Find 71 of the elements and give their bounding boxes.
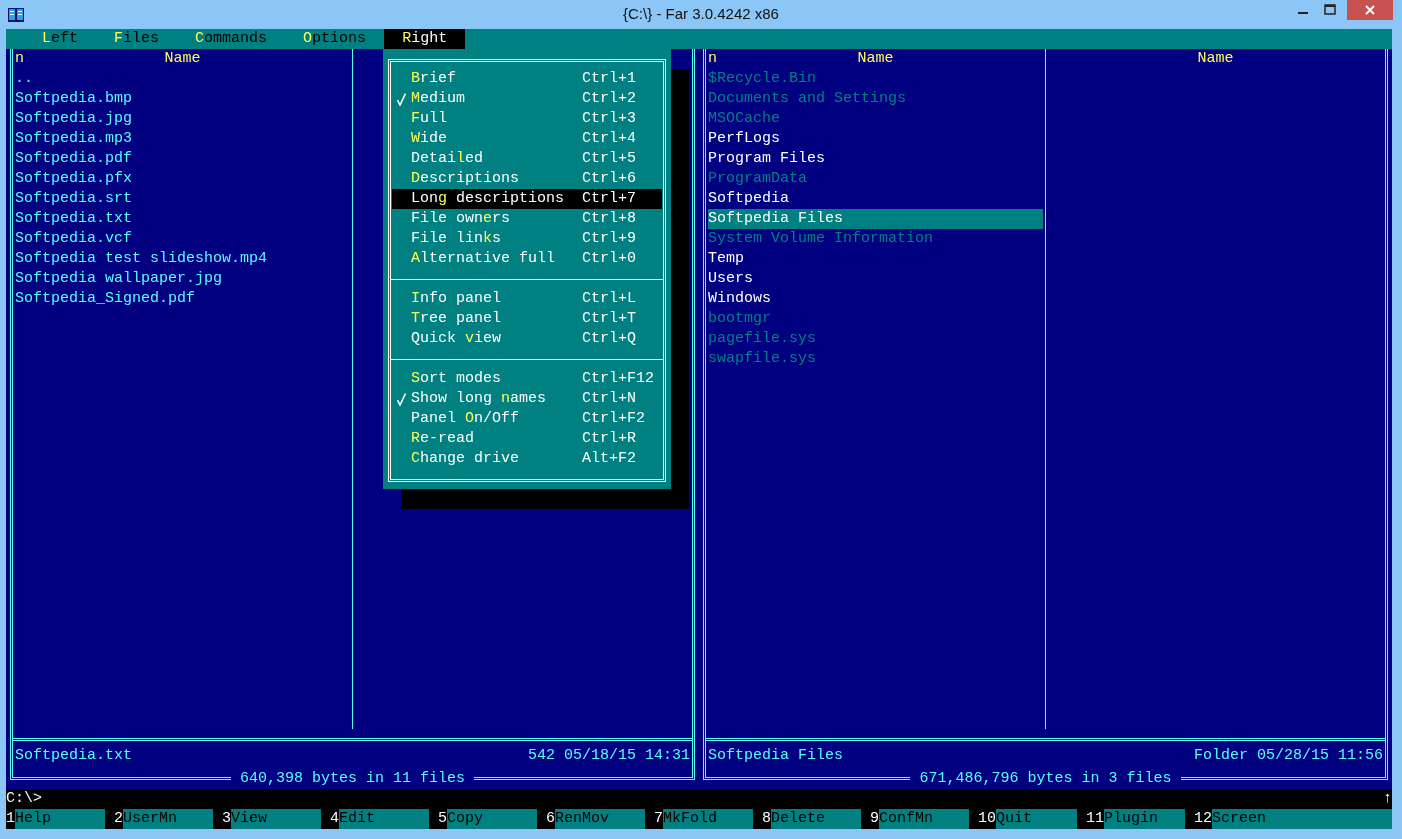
menu-item[interactable]: Descriptions Ctrl+6: [392, 169, 662, 189]
file-item[interactable]: Softpedia.vcf: [15, 229, 350, 249]
column-header[interactable]: Name: [857, 49, 894, 69]
window-title: {C:\} - Far 3.0.4242 x86: [623, 4, 779, 24]
status-filename: Softpedia.txt: [15, 746, 133, 766]
menu-item[interactable]: Long descriptions Ctrl+7: [392, 189, 662, 209]
file-item[interactable]: Softpedia: [708, 189, 1043, 209]
menu-item[interactable]: Brief Ctrl+1: [392, 69, 662, 89]
menu-item[interactable]: Show long names Ctrl+N: [392, 389, 662, 409]
file-item[interactable]: Softpedia.bmp: [15, 89, 350, 109]
function-key-button[interactable]: 1Help: [6, 809, 105, 829]
menu-item[interactable]: Files: [96, 29, 178, 49]
status-filename: Softpedia Files: [708, 746, 844, 766]
status-info: 542 05/18/15 14:31: [527, 746, 690, 766]
file-item[interactable]: Softpedia.txt: [15, 209, 350, 229]
file-item[interactable]: Softpedia.pdf: [15, 149, 350, 169]
file-item[interactable]: Softpedia.pfx: [15, 169, 350, 189]
menu-item[interactable]: File owners Ctrl+8: [392, 209, 662, 229]
function-key-button[interactable]: 6RenMov: [546, 809, 645, 829]
scroll-indicator: ↑: [1383, 789, 1392, 809]
function-key-button[interactable]: 10Quit: [978, 809, 1077, 829]
menu-item[interactable]: Tree panel Ctrl+T: [392, 309, 662, 329]
file-item[interactable]: Softpedia test slideshow.mp4: [15, 249, 350, 269]
menu-item[interactable]: Panel On/Off Ctrl+F2: [392, 409, 662, 429]
maximize-icon: [1323, 4, 1336, 16]
menu-item[interactable]: Full Ctrl+3: [392, 109, 662, 129]
file-item[interactable]: Softpedia.mp3: [15, 129, 350, 149]
file-item[interactable]: Softpedia wallpaper.jpg: [15, 269, 350, 289]
menu-item[interactable]: Re-read Ctrl+R: [392, 429, 662, 449]
menu-item[interactable]: Left: [24, 29, 97, 49]
column-header[interactable]: Name: [1197, 49, 1234, 69]
function-key-button[interactable]: 7MkFold: [654, 809, 753, 829]
file-item[interactable]: ..: [15, 69, 350, 89]
menu-item[interactable]: Wide Ctrl+4: [392, 129, 662, 149]
column-header[interactable]: Name: [164, 49, 201, 69]
file-item[interactable]: Softpedia Files: [708, 209, 1043, 229]
file-item[interactable]: Softpedia.srt: [15, 189, 350, 209]
function-key-button[interactable]: 8Delete: [762, 809, 861, 829]
file-item[interactable]: Users: [708, 269, 1043, 289]
menu-item[interactable]: Alternative full Ctrl+0: [392, 249, 662, 269]
function-key-button[interactable]: 5Copy: [438, 809, 537, 829]
menu-item[interactable]: File links Ctrl+9: [392, 229, 662, 249]
file-item[interactable]: Program Files: [708, 149, 1043, 169]
sort-indicator: n: [15, 50, 24, 67]
file-item[interactable]: Windows: [708, 289, 1043, 309]
menu-item[interactable]: Quick view Ctrl+Q: [392, 329, 662, 349]
menu-item[interactable]: Right: [384, 29, 466, 49]
menu-item[interactable]: Change drive Alt+F2: [392, 449, 662, 469]
function-key-button[interactable]: 11Plugin: [1086, 809, 1185, 829]
menu-item[interactable]: Commands: [177, 29, 286, 49]
close-icon: [1364, 4, 1376, 16]
status-info: Folder 05/28/15 11:56: [1193, 746, 1383, 766]
menu-item[interactable]: Info panel Ctrl+L: [392, 289, 662, 309]
file-item[interactable]: Softpedia.jpg: [15, 109, 350, 129]
function-key-button[interactable]: 3View: [222, 809, 321, 829]
file-item[interactable]: Softpedia_Signed.pdf: [15, 289, 350, 309]
app-icon: [8, 6, 24, 23]
menu-item[interactable]: Options: [285, 29, 385, 49]
menu-item[interactable]: Sort modes Ctrl+F12: [392, 369, 662, 389]
file-item[interactable]: PerfLogs: [708, 129, 1043, 149]
menu-item[interactable]: Detailed Ctrl+5: [392, 149, 662, 169]
minimize-icon: [1297, 12, 1308, 14]
function-key-button[interactable]: 9ConfMn: [870, 809, 969, 829]
file-item[interactable]: Temp: [708, 249, 1043, 269]
menu-item[interactable]: Medium Ctrl+2: [392, 89, 662, 109]
function-key-button[interactable]: 4Edit: [330, 809, 429, 829]
function-key-button[interactable]: 2UserMn: [114, 809, 213, 829]
function-key-button[interactable]: 12Screen: [1194, 809, 1392, 829]
sort-indicator: n: [708, 50, 717, 67]
command-line[interactable]: C:\>: [6, 789, 42, 809]
close-button[interactable]: [1347, 0, 1393, 20]
